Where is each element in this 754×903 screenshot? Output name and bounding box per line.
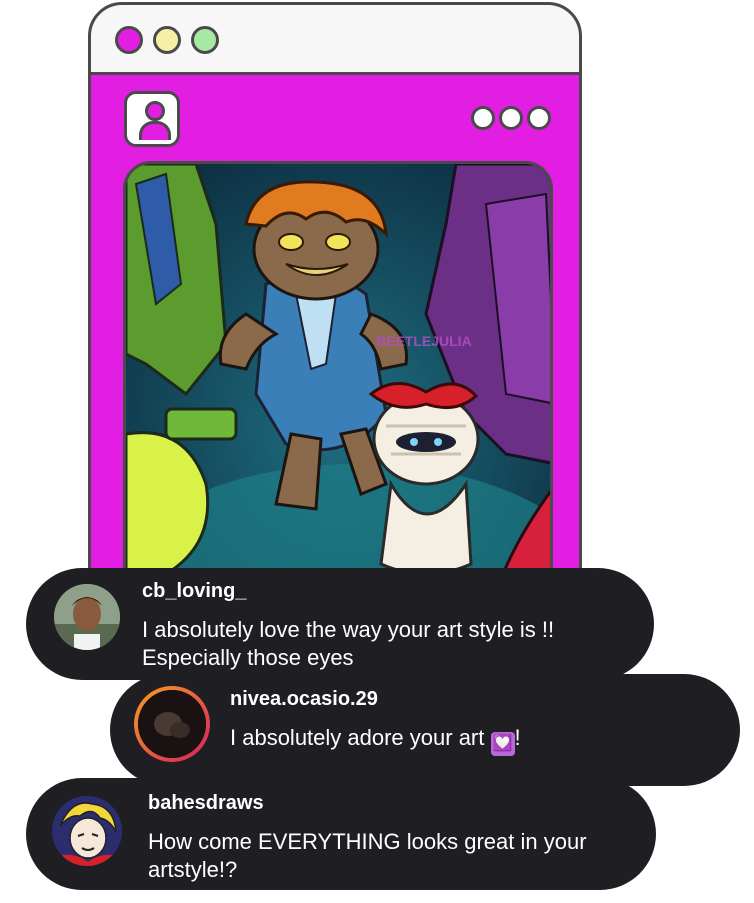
window-dot-magenta[interactable] <box>115 26 143 54</box>
comment-card[interactable]: bahesdraws How come EVERYTHING looks gre… <box>26 778 656 890</box>
comment-text: I absolutely adore your art 💟! <box>230 724 710 756</box>
more-dot <box>499 106 523 130</box>
title-bar <box>91 5 579 75</box>
comment-card[interactable]: nivea.ocasio.29 I absolutely adore your … <box>110 674 740 786</box>
avatar-image <box>54 584 120 650</box>
more-dots-icon[interactable] <box>467 106 551 135</box>
comment-text: How come EVERYTHING looks great in your … <box>148 829 587 882</box>
window-dot-yellow[interactable] <box>153 26 181 54</box>
user-icon-body <box>139 121 171 140</box>
comment-username[interactable]: cb_loving_ <box>142 580 246 603</box>
heart-decoration-icon: 💟 <box>490 732 515 756</box>
avatar-image <box>138 690 206 758</box>
comment-card[interactable]: cb_loving_ I absolutely love the way you… <box>26 568 654 680</box>
avatar[interactable] <box>134 686 210 762</box>
avatar[interactable] <box>54 584 120 650</box>
post-artwork[interactable]: BEETLEJULIA <box>123 161 553 631</box>
comment-username[interactable]: nivea.ocasio.29 <box>230 688 378 711</box>
user-icon[interactable] <box>124 91 180 147</box>
more-dot <box>471 106 495 130</box>
comment-text: I absolutely love the way your art style… <box>142 617 555 670</box>
avatar-image <box>52 796 122 866</box>
comment-text-body: I absolutely adore your art <box>230 725 485 750</box>
artwork-illustration: BEETLEJULIA <box>126 164 550 628</box>
comment-text-suffix: ! <box>514 725 521 750</box>
window-dot-green[interactable] <box>191 26 219 54</box>
user-icon-head <box>145 101 165 121</box>
avatar[interactable] <box>52 796 122 866</box>
more-dot <box>527 106 551 130</box>
watermark: BEETLEJULIA <box>376 333 472 349</box>
browser-window: BEETLEJULIA <box>88 2 582 642</box>
comment-username[interactable]: bahesdraws <box>148 792 264 815</box>
